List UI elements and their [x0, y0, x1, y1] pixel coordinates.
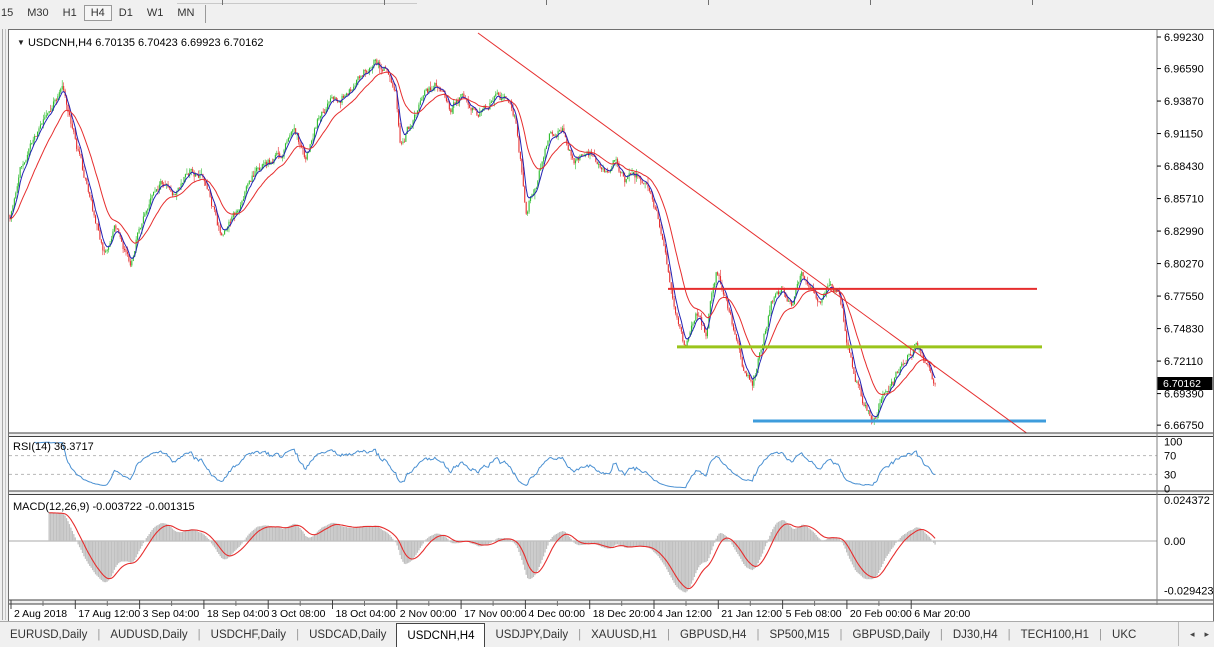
timeframe-button-15[interactable]: 15	[0, 5, 20, 21]
time-axis-label: 5 Feb 08:00	[786, 608, 842, 619]
rsi-axis-label: 100	[1164, 437, 1182, 449]
chart-canvas[interactable]: 6.99230 6.96590 6.93870 6.91150 6.88430 6.857…	[9, 30, 1213, 619]
timeframe-button-mn[interactable]: MN	[170, 5, 201, 21]
time-axis-label: 18 Oct 04:00	[336, 608, 396, 619]
docked-window-tick	[870, 0, 871, 5]
time-axis-label: 6 Mar 20:00	[914, 608, 970, 619]
macd-indicator-label: MACD(12,26,9) -0.003722 -0.001315	[13, 501, 195, 513]
trading-app-window: 15 M30 H1 H4 D1 W1 MN 6.99230 6.96590 6.93870 6.9…	[0, 0, 1214, 647]
chart-objects	[477, 32, 1046, 433]
price-axis-label: 6.74830	[1164, 324, 1204, 336]
macd-layer	[48, 512, 936, 593]
price-axis-label: 6.91150	[1164, 129, 1203, 141]
chart-tab-bar: EURUSD,Daily | AUDUSD,Daily | USDCHF,Daily | U…	[0, 621, 1214, 647]
price-axis-label: 6.88430	[1164, 161, 1204, 173]
timeframe-button-w1[interactable]: W1	[140, 5, 171, 21]
macd-axis-label: 0.024372	[1164, 495, 1210, 507]
time-axis-label: 4 Jan 12:00	[657, 608, 712, 619]
time-axis-label: 18 Sep 04:00	[207, 608, 270, 619]
time-axis-label: 17 Aug 12:00	[78, 608, 140, 619]
chart-tab-audusd-daily[interactable]: AUDUSD,Daily	[100, 622, 197, 647]
price-axis-label: 6.85710	[1164, 194, 1204, 206]
price-axis-label: 6.80270	[1164, 259, 1204, 271]
symbol-dropdown-icon[interactable]: ▼	[17, 38, 25, 47]
price-axis-label: 6.66750	[1164, 420, 1204, 432]
tab-scroll-arrows: ◂ ▸	[1177, 622, 1214, 646]
rsi-axis-label: 0	[1164, 484, 1170, 496]
rsi-axis-label: 30	[1164, 469, 1176, 481]
time-axis-label: 20 Feb 00:00	[850, 608, 912, 619]
moving-averages	[9, 63, 936, 418]
rsi-layer	[34, 441, 936, 489]
chart-tab-usdcad-daily[interactable]: USDCAD,Daily	[299, 622, 396, 647]
chart-title: USDCNH,H4 6.70135 6.70423 6.69923 6.7016…	[27, 37, 264, 49]
timeframe-button-h1[interactable]: H1	[56, 5, 84, 21]
docked-window-tick	[708, 0, 709, 5]
tab-scroll-right-button[interactable]: ▸	[1199, 627, 1214, 642]
chart-tab-gbpusd-daily[interactable]: GBPUSD,Daily	[843, 622, 940, 647]
time-axis-label: 21 Jan 12:00	[721, 608, 782, 619]
timeframe-button-d1[interactable]: D1	[112, 5, 140, 21]
macd-axis-label: -0.029423	[1164, 585, 1213, 597]
rsi-line	[34, 441, 936, 489]
price-axis-label: 6.99230	[1164, 32, 1204, 44]
time-axis-label: 17 Nov 00:00	[464, 608, 527, 619]
price-axis-label: 6.96590	[1164, 64, 1204, 76]
rsi-indicator-label: RSI(14) 36.3717	[13, 441, 94, 453]
timeframe-button-m30[interactable]: M30	[20, 5, 55, 21]
indicator-gridlines	[9, 455, 1157, 542]
macd-axis-label: 0.00	[1164, 536, 1185, 548]
chart-tab-eurusd-daily[interactable]: EURUSD,Daily	[0, 622, 97, 647]
time-axis-label: 18 Dec 20:00	[593, 608, 656, 619]
docked-window-edge	[177, 3, 417, 4]
price-axis-label: 6.72110	[1164, 356, 1203, 368]
chart-tab-ukc[interactable]: UKC	[1102, 622, 1146, 647]
macd-signal-line	[49, 512, 936, 590]
svg-text:6.70162: 6.70162	[1163, 378, 1201, 390]
mdi-client-edge-2	[5, 29, 6, 620]
ma-fast-line	[9, 63, 936, 418]
docked-window-tick	[222, 0, 223, 5]
chart-window: 6.99230 6.96590 6.93870 6.91150 6.88430 6.857…	[8, 29, 1214, 622]
docked-window-tick	[546, 0, 547, 5]
price-axis-label: 6.77550	[1164, 291, 1204, 303]
time-axis-label: 4 Dec 00:00	[528, 608, 585, 619]
time-axis-label: 2 Nov 00:00	[400, 608, 457, 619]
price-axis-label: 6.82990	[1164, 226, 1204, 238]
chart-tab-usdjpy-daily[interactable]: USDJPY,Daily	[485, 622, 578, 647]
timeframe-button-h4[interactable]: H4	[83, 5, 112, 21]
chart-tab-tech100-h1[interactable]: TECH100,H1	[1011, 622, 1099, 647]
candles-layer	[9, 58, 936, 426]
chart-tab-usdcnh-h4[interactable]: USDCNH,H4	[396, 623, 486, 647]
time-axis-label: 2 Aug 2018	[14, 608, 67, 619]
mdi-client-edge	[2, 29, 3, 620]
price-axis-label: 6.69390	[1164, 389, 1204, 401]
tab-scroll-left-button[interactable]: ◂	[1185, 627, 1200, 642]
docked-window-tick	[384, 0, 385, 5]
current-price-tag: 6.70162	[1157, 377, 1213, 390]
chart-title-row: ▼ USDCNH,H4 6.70135 6.70423 6.69923 6.70…	[17, 37, 263, 49]
chart-tab-gbpusd-h4[interactable]: GBPUSD,H4	[670, 622, 756, 647]
chart-tab-usdchf-daily[interactable]: USDCHF,Daily	[201, 622, 296, 647]
toolbar-separator	[205, 5, 207, 24]
price-axis-label: 6.93870	[1164, 96, 1204, 108]
chart-tab-dj30-h4[interactable]: DJ30,H4	[943, 622, 1008, 647]
time-axis-label: 3 Oct 08:00	[271, 608, 325, 619]
time-axis-label: 3 Sep 04:00	[143, 608, 200, 619]
chart-tab-xauusd-h1[interactable]: XAUUSD,H1	[581, 622, 667, 647]
panel-splitters	[9, 432, 1213, 605]
chart-tab-sp500-m15[interactable]: SP500,M15	[759, 622, 839, 647]
docked-window-tick	[1032, 0, 1033, 5]
price-axis: 6.99230 6.96590 6.93870 6.91150 6.88430 6.857…	[1156, 30, 1213, 605]
rsi-axis-label: 70	[1164, 451, 1176, 463]
